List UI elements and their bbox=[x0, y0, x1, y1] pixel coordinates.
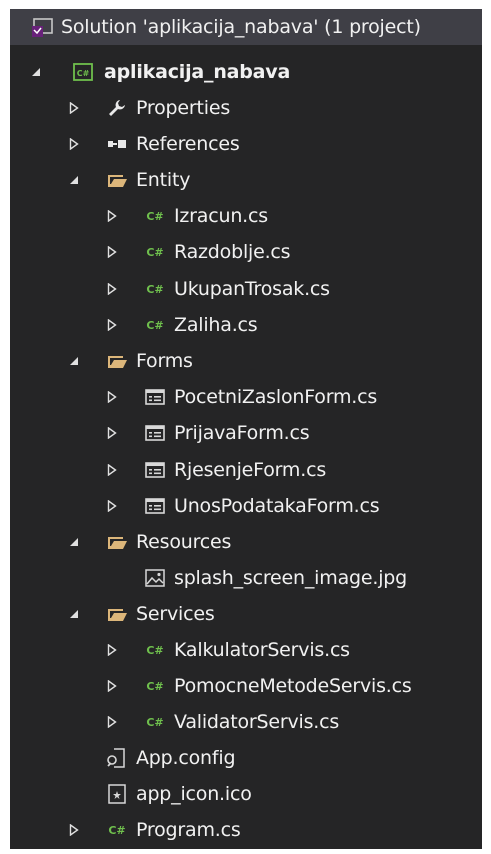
tree-item-file-ukupantrosak[interactable]: C# UkupanTrosak.cs bbox=[10, 271, 482, 307]
solution-label: Solution 'aplikacija_nabava' (1 project) bbox=[61, 16, 421, 38]
collapsed-arrow-icon[interactable] bbox=[68, 137, 80, 151]
tree-item-file-appicon[interactable]: app_icon.ico bbox=[10, 776, 482, 812]
tree-item-file-zaliha[interactable]: C# Zaliha.cs bbox=[10, 307, 482, 343]
tree-item-project[interactable]: C# aplikacija_nabava bbox=[10, 54, 482, 90]
tree-item-label: Razdoblje.cs bbox=[174, 241, 291, 263]
collapsed-arrow-icon[interactable] bbox=[106, 318, 118, 332]
windows-form-icon bbox=[144, 495, 166, 517]
tree-item-label: PomocneMetodeServis.cs bbox=[174, 675, 412, 697]
tree-item-label: UkupanTrosak.cs bbox=[174, 278, 330, 300]
tree-item-label: Resources bbox=[136, 531, 232, 553]
expanded-arrow-icon[interactable] bbox=[68, 173, 80, 187]
tree-item-label: RjesenjeForm.cs bbox=[174, 459, 327, 481]
svg-text:C#: C# bbox=[146, 716, 163, 729]
csharp-file-icon: C# bbox=[106, 819, 128, 841]
solution-explorer-tree: Solution 'aplikacija_nabava' (1 project)… bbox=[10, 9, 482, 849]
svg-text:C#: C# bbox=[77, 69, 90, 78]
expanded-arrow-icon[interactable] bbox=[68, 607, 80, 621]
tree-item-label: UnosPodatakaForm.cs bbox=[174, 495, 380, 517]
collapsed-arrow-icon[interactable] bbox=[68, 823, 80, 837]
tree-item-folder-forms[interactable]: Forms bbox=[10, 343, 482, 379]
tree-item-label: Services bbox=[136, 603, 215, 625]
tree-item-file-program[interactable]: C# Program.cs bbox=[10, 812, 482, 848]
collapsed-arrow-icon[interactable] bbox=[68, 101, 80, 115]
collapsed-arrow-icon[interactable] bbox=[106, 643, 118, 657]
windows-form-icon bbox=[144, 386, 166, 408]
windows-form-icon bbox=[144, 459, 166, 481]
wrench-icon bbox=[106, 97, 128, 119]
tree-item-label: Program.cs bbox=[136, 819, 241, 841]
collapsed-arrow-icon[interactable] bbox=[106, 390, 118, 404]
tree-item-label: KalkulatorServis.cs bbox=[174, 639, 350, 661]
tree-item-file-unospodatakaform[interactable]: UnosPodatakaForm.cs bbox=[10, 488, 482, 524]
project-label: aplikacija_nabava bbox=[104, 61, 291, 83]
expanded-arrow-icon[interactable] bbox=[68, 535, 80, 549]
tree-item-file-validatorservis[interactable]: C# ValidatorServis.cs bbox=[10, 704, 482, 740]
svg-text:C#: C# bbox=[108, 824, 125, 837]
tree-item-label: App.config bbox=[136, 747, 236, 769]
image-file-icon bbox=[144, 567, 166, 589]
csharp-file-icon: C# bbox=[144, 639, 166, 661]
tree-item-folder-resources[interactable]: Resources bbox=[10, 524, 482, 560]
tree-item-folder-entity[interactable]: Entity bbox=[10, 162, 482, 198]
collapsed-arrow-icon[interactable] bbox=[106, 209, 118, 223]
tree-item-label: PrijavaForm.cs bbox=[174, 422, 310, 444]
tree-item-solution[interactable]: Solution 'aplikacija_nabava' (1 project) bbox=[10, 9, 482, 45]
open-folder-icon bbox=[106, 603, 128, 625]
open-folder-icon bbox=[106, 169, 128, 191]
visual-studio-solution-icon bbox=[32, 16, 54, 38]
collapsed-arrow-icon[interactable] bbox=[106, 463, 118, 477]
tree-item-file-splash-image[interactable]: splash_screen_image.jpg bbox=[10, 560, 482, 596]
csharp-file-icon: C# bbox=[144, 278, 166, 300]
open-folder-icon bbox=[106, 531, 128, 553]
tree-item-file-kalkulatorservis[interactable]: C# KalkulatorServis.cs bbox=[10, 632, 482, 668]
open-folder-icon bbox=[106, 350, 128, 372]
csharp-file-icon: C# bbox=[144, 314, 166, 336]
svg-text:C#: C# bbox=[146, 644, 163, 657]
tree-item-label: app_icon.ico bbox=[136, 783, 252, 805]
tree-item-label: Entity bbox=[136, 169, 191, 191]
expanded-arrow-icon[interactable] bbox=[68, 354, 80, 368]
tree-item-references[interactable]: References bbox=[10, 126, 482, 162]
svg-text:C#: C# bbox=[146, 319, 163, 332]
collapsed-arrow-icon[interactable] bbox=[106, 245, 118, 259]
svg-text:C#: C# bbox=[146, 283, 163, 296]
tree-item-label: ValidatorServis.cs bbox=[174, 711, 340, 733]
tree-item-file-appconfig[interactable]: App.config bbox=[10, 740, 482, 776]
collapsed-arrow-icon[interactable] bbox=[106, 715, 118, 729]
expanded-arrow-icon[interactable] bbox=[30, 65, 42, 79]
svg-text:C#: C# bbox=[146, 680, 163, 693]
icon-file-icon bbox=[106, 783, 128, 805]
tree-item-file-pocetnizaslonform[interactable]: PocetniZaslonForm.cs bbox=[10, 379, 482, 415]
collapsed-arrow-icon[interactable] bbox=[106, 679, 118, 693]
tree-item-label: Forms bbox=[136, 350, 193, 372]
tree-item-label: References bbox=[136, 133, 240, 155]
csharp-file-icon: C# bbox=[144, 711, 166, 733]
csharp-project-icon: C# bbox=[72, 61, 94, 83]
tree-item-properties[interactable]: Properties bbox=[10, 90, 482, 126]
tree-item-file-pomocnemetodeservis[interactable]: C# PomocneMetodeServis.cs bbox=[10, 668, 482, 704]
svg-text:C#: C# bbox=[146, 246, 163, 259]
collapsed-arrow-icon[interactable] bbox=[106, 426, 118, 440]
tree-item-label: Zaliha.cs bbox=[174, 314, 258, 336]
tree-item-label: PocetniZaslonForm.cs bbox=[174, 386, 378, 408]
tree-item-file-rjesenjeform[interactable]: RjesenjeForm.cs bbox=[10, 452, 482, 488]
collapsed-arrow-icon[interactable] bbox=[106, 499, 118, 513]
svg-text:C#: C# bbox=[146, 210, 163, 223]
collapsed-arrow-icon[interactable] bbox=[106, 282, 118, 296]
references-icon bbox=[106, 133, 128, 155]
csharp-file-icon: C# bbox=[144, 241, 166, 263]
tree-item-label: splash_screen_image.jpg bbox=[174, 567, 408, 589]
tree-item-file-razdoblje[interactable]: C# Razdoblje.cs bbox=[10, 234, 482, 270]
csharp-file-icon: C# bbox=[144, 675, 166, 697]
tree-item-folder-services[interactable]: Services bbox=[10, 596, 482, 632]
windows-form-icon bbox=[144, 422, 166, 444]
tree-item-label: Properties bbox=[136, 97, 231, 119]
tree-item-label: Izracun.cs bbox=[174, 205, 268, 227]
tree-item-file-izracun[interactable]: C# Izracun.cs bbox=[10, 198, 482, 234]
tree-item-file-prijavaform[interactable]: PrijavaForm.cs bbox=[10, 415, 482, 451]
config-file-icon bbox=[106, 747, 128, 769]
csharp-file-icon: C# bbox=[144, 205, 166, 227]
